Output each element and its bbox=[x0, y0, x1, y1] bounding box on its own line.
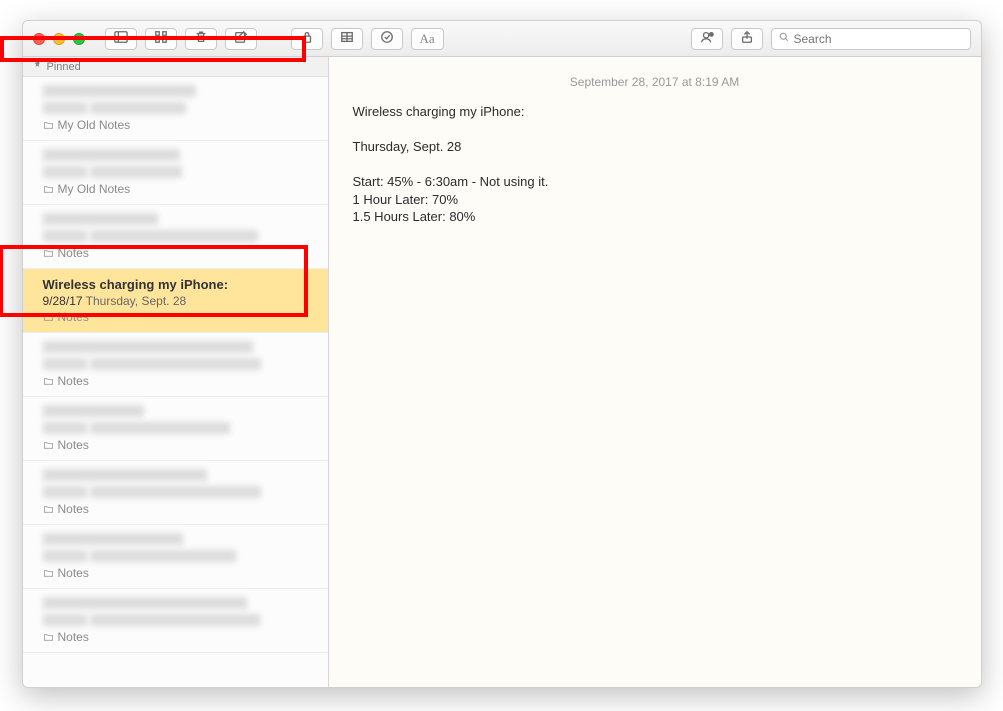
note-item-title: redacted bbox=[43, 597, 308, 612]
format-button[interactable]: Aa bbox=[411, 28, 444, 50]
note-editor[interactable]: September 28, 2017 at 8:19 AM Wireless c… bbox=[329, 57, 981, 687]
note-timestamp: September 28, 2017 at 8:19 AM bbox=[353, 75, 957, 89]
note-item-title: Wireless charging my iPhone: bbox=[43, 277, 308, 292]
notes-list-sidebar[interactable]: Pinned redactedxx xxMy Old Notesredacted… bbox=[23, 57, 329, 687]
format-icon: Aa bbox=[420, 31, 435, 47]
close-window-button[interactable] bbox=[33, 33, 45, 45]
note-list-item[interactable]: redacted xx xx Notes bbox=[23, 461, 328, 525]
note-item-title: redacted bbox=[43, 533, 308, 548]
pinned-section-header: Pinned bbox=[23, 57, 328, 77]
compose-icon bbox=[234, 30, 248, 47]
search-field[interactable] bbox=[771, 28, 971, 50]
note-list-item[interactable]: redacted xx xx Notes bbox=[23, 333, 328, 397]
sidebar-icon bbox=[114, 30, 128, 47]
note-list-item[interactable]: redacted xx xx Notes bbox=[23, 589, 328, 653]
note-item-folder: Notes bbox=[43, 310, 308, 324]
note-item-title: redacted bbox=[43, 405, 308, 420]
note-item-meta: xx xx bbox=[43, 358, 308, 372]
table-button[interactable] bbox=[331, 28, 363, 50]
note-item-title: redacted bbox=[43, 213, 308, 228]
note-item-title: redacted bbox=[43, 149, 308, 164]
note-item-title: redacted bbox=[43, 469, 308, 484]
lock-icon bbox=[300, 30, 314, 47]
checklist-icon bbox=[380, 30, 394, 47]
note-item-meta: xx xx bbox=[43, 166, 308, 180]
minimize-window-button[interactable] bbox=[53, 33, 65, 45]
grid-view-button[interactable] bbox=[145, 28, 177, 50]
new-note-button[interactable] bbox=[225, 28, 257, 50]
table-icon bbox=[340, 30, 354, 47]
trash-icon bbox=[194, 30, 208, 47]
note-item-title: redacted bbox=[43, 341, 308, 356]
delete-note-button[interactable] bbox=[185, 28, 217, 50]
search-input[interactable] bbox=[794, 32, 964, 46]
pin-icon bbox=[33, 60, 43, 73]
note-item-folder: Notes bbox=[43, 246, 308, 260]
note-list-item[interactable]: redacted xx xx My Old Notes bbox=[23, 141, 328, 205]
grid-icon bbox=[154, 30, 168, 47]
share-icon bbox=[740, 30, 754, 47]
titlebar: Aa bbox=[23, 21, 981, 57]
note-item-folder: Notes bbox=[43, 374, 308, 388]
content-area: Pinned redactedxx xxMy Old Notesredacted… bbox=[23, 57, 981, 687]
note-item-meta: xx xx bbox=[43, 550, 308, 564]
note-item-meta: 9/28/17 Thursday, Sept. 28 bbox=[43, 294, 308, 308]
note-item-title: redacted bbox=[43, 85, 308, 100]
note-item-folder: My Old Notes bbox=[43, 118, 308, 132]
note-item-meta: xx xx bbox=[43, 230, 308, 244]
toggle-sidebar-button[interactable] bbox=[105, 28, 137, 50]
share-button[interactable] bbox=[731, 28, 763, 50]
note-list-item[interactable]: redacted xx xx Notes bbox=[23, 525, 328, 589]
add-people-icon bbox=[700, 30, 714, 47]
note-item-meta: xx xx bbox=[43, 102, 308, 116]
note-item-meta: xx xx bbox=[43, 486, 308, 500]
window-controls bbox=[33, 33, 85, 45]
note-list-item[interactable]: redacted xx xx My Old Notes bbox=[23, 77, 328, 141]
note-item-folder: Notes bbox=[43, 630, 308, 644]
note-item-folder: Notes bbox=[43, 438, 308, 452]
note-list-item[interactable]: redacted xx xx Notes bbox=[23, 397, 328, 461]
lock-note-button[interactable] bbox=[291, 28, 323, 50]
note-content[interactable]: Wireless charging my iPhone: Thursday, S… bbox=[353, 103, 957, 226]
note-item-folder: Notes bbox=[43, 502, 308, 516]
notes-window: Aa Pinned bbox=[22, 20, 982, 688]
checklist-button[interactable] bbox=[371, 28, 403, 50]
note-item-folder: My Old Notes bbox=[43, 182, 308, 196]
fullscreen-window-button[interactable] bbox=[73, 33, 85, 45]
note-item-meta: xx xx bbox=[43, 422, 308, 436]
note-list-item[interactable]: redacted xx xx Notes bbox=[23, 205, 328, 269]
add-people-button[interactable] bbox=[691, 28, 723, 50]
note-list-item-selected[interactable]: Wireless charging my iPhone: 9/28/17 Thur… bbox=[23, 269, 328, 333]
search-icon bbox=[778, 31, 790, 46]
note-item-meta: xx xx bbox=[43, 614, 308, 628]
pinned-label: Pinned bbox=[47, 61, 81, 73]
note-item-folder: Notes bbox=[43, 566, 308, 580]
